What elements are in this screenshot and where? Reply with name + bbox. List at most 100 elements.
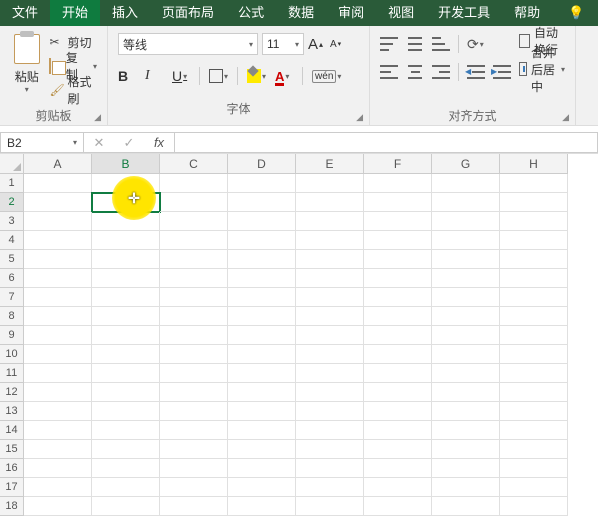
cell-C1[interactable] bbox=[160, 174, 228, 193]
cell-A6[interactable] bbox=[24, 269, 92, 288]
cell-F14[interactable] bbox=[364, 421, 432, 440]
formula-input[interactable] bbox=[175, 132, 598, 153]
cell-F15[interactable] bbox=[364, 440, 432, 459]
paste-dropdown-icon[interactable]: ▾ bbox=[25, 85, 29, 94]
cell-A12[interactable] bbox=[24, 383, 92, 402]
cell-B4[interactable] bbox=[92, 231, 160, 250]
cell-H16[interactable] bbox=[500, 459, 568, 478]
cell-C17[interactable] bbox=[160, 478, 228, 497]
cell-G2[interactable] bbox=[432, 193, 500, 212]
cell-G11[interactable] bbox=[432, 364, 500, 383]
cell-A4[interactable] bbox=[24, 231, 92, 250]
cell-B8[interactable] bbox=[92, 307, 160, 326]
cell-E8[interactable] bbox=[296, 307, 364, 326]
cell-D14[interactable] bbox=[228, 421, 296, 440]
cell-E15[interactable] bbox=[296, 440, 364, 459]
cell-D6[interactable] bbox=[228, 269, 296, 288]
cell-A7[interactable] bbox=[24, 288, 92, 307]
cell-A18[interactable] bbox=[24, 497, 92, 516]
cell-G8[interactable] bbox=[432, 307, 500, 326]
cell-H4[interactable] bbox=[500, 231, 568, 250]
row-header-8[interactable]: 8 bbox=[0, 307, 24, 326]
align-dialog-launcher[interactable]: ◢ bbox=[380, 112, 569, 123]
name-box[interactable]: B2 ▾ bbox=[0, 132, 84, 153]
cell-G7[interactable] bbox=[432, 288, 500, 307]
cell-F10[interactable] bbox=[364, 345, 432, 364]
cell-H10[interactable] bbox=[500, 345, 568, 364]
cell-G15[interactable] bbox=[432, 440, 500, 459]
row-header-18[interactable]: 18 bbox=[0, 497, 24, 516]
cell-E18[interactable] bbox=[296, 497, 364, 516]
border-button[interactable]: ▾ bbox=[209, 69, 228, 83]
fill-color-button[interactable]: ▾ bbox=[247, 69, 266, 83]
cell-F7[interactable] bbox=[364, 288, 432, 307]
cell-G10[interactable] bbox=[432, 345, 500, 364]
cell-E11[interactable] bbox=[296, 364, 364, 383]
cell-H8[interactable] bbox=[500, 307, 568, 326]
cell-G14[interactable] bbox=[432, 421, 500, 440]
cell-C4[interactable] bbox=[160, 231, 228, 250]
cell-A2[interactable] bbox=[24, 193, 92, 212]
cell-B12[interactable] bbox=[92, 383, 160, 402]
cell-C12[interactable] bbox=[160, 383, 228, 402]
cell-C7[interactable] bbox=[160, 288, 228, 307]
align-bottom-button[interactable] bbox=[432, 37, 450, 51]
row-header-4[interactable]: 4 bbox=[0, 231, 24, 250]
phonetic-button[interactable]: wén▾ bbox=[312, 70, 341, 83]
cell-C2[interactable] bbox=[160, 193, 228, 212]
column-header-E[interactable]: E bbox=[296, 154, 364, 174]
cell-E4[interactable] bbox=[296, 231, 364, 250]
cell-H18[interactable] bbox=[500, 497, 568, 516]
merge-center-button[interactable]: 合并后居中 ▾ bbox=[519, 58, 565, 80]
select-all-corner[interactable] bbox=[0, 154, 24, 174]
cell-D2[interactable] bbox=[228, 193, 296, 212]
cell-E9[interactable] bbox=[296, 326, 364, 345]
cell-D11[interactable] bbox=[228, 364, 296, 383]
cell-H11[interactable] bbox=[500, 364, 568, 383]
font-size-select[interactable]: 11 ▾ bbox=[262, 33, 304, 55]
cell-area[interactable] bbox=[24, 174, 568, 516]
cell-B13[interactable] bbox=[92, 402, 160, 421]
menu-tab-开发工具[interactable]: 开发工具 bbox=[426, 0, 502, 26]
column-header-B[interactable]: B bbox=[92, 154, 160, 174]
row-header-3[interactable]: 3 bbox=[0, 212, 24, 231]
cell-D8[interactable] bbox=[228, 307, 296, 326]
cell-F12[interactable] bbox=[364, 383, 432, 402]
cell-D9[interactable] bbox=[228, 326, 296, 345]
cell-D18[interactable] bbox=[228, 497, 296, 516]
cell-C15[interactable] bbox=[160, 440, 228, 459]
decrease-font-button[interactable]: A▾ bbox=[330, 39, 348, 50]
cell-F9[interactable] bbox=[364, 326, 432, 345]
cell-D10[interactable] bbox=[228, 345, 296, 364]
cell-B16[interactable] bbox=[92, 459, 160, 478]
menu-tab-文件[interactable]: 文件 bbox=[0, 0, 50, 26]
format-painter-button[interactable]: 🖌 格式刷 bbox=[49, 79, 97, 101]
row-header-1[interactable]: 1 bbox=[0, 174, 24, 193]
cell-H13[interactable] bbox=[500, 402, 568, 421]
cell-F18[interactable] bbox=[364, 497, 432, 516]
row-header-11[interactable]: 11 bbox=[0, 364, 24, 383]
align-middle-button[interactable] bbox=[406, 37, 424, 51]
cell-C14[interactable] bbox=[160, 421, 228, 440]
cell-F5[interactable] bbox=[364, 250, 432, 269]
cell-A11[interactable] bbox=[24, 364, 92, 383]
menu-tab-视图[interactable]: 视图 bbox=[376, 0, 426, 26]
row-header-16[interactable]: 16 bbox=[0, 459, 24, 478]
cell-D16[interactable] bbox=[228, 459, 296, 478]
column-header-F[interactable]: F bbox=[364, 154, 432, 174]
column-header-A[interactable]: A bbox=[24, 154, 92, 174]
cell-G1[interactable] bbox=[432, 174, 500, 193]
cell-G5[interactable] bbox=[432, 250, 500, 269]
cell-G3[interactable] bbox=[432, 212, 500, 231]
row-header-7[interactable]: 7 bbox=[0, 288, 24, 307]
cell-C13[interactable] bbox=[160, 402, 228, 421]
cell-A14[interactable] bbox=[24, 421, 92, 440]
cell-F2[interactable] bbox=[364, 193, 432, 212]
cell-E6[interactable] bbox=[296, 269, 364, 288]
cell-A15[interactable] bbox=[24, 440, 92, 459]
cell-D5[interactable] bbox=[228, 250, 296, 269]
cell-H12[interactable] bbox=[500, 383, 568, 402]
cell-G18[interactable] bbox=[432, 497, 500, 516]
cell-G16[interactable] bbox=[432, 459, 500, 478]
menu-tab-插入[interactable]: 插入 bbox=[100, 0, 150, 26]
